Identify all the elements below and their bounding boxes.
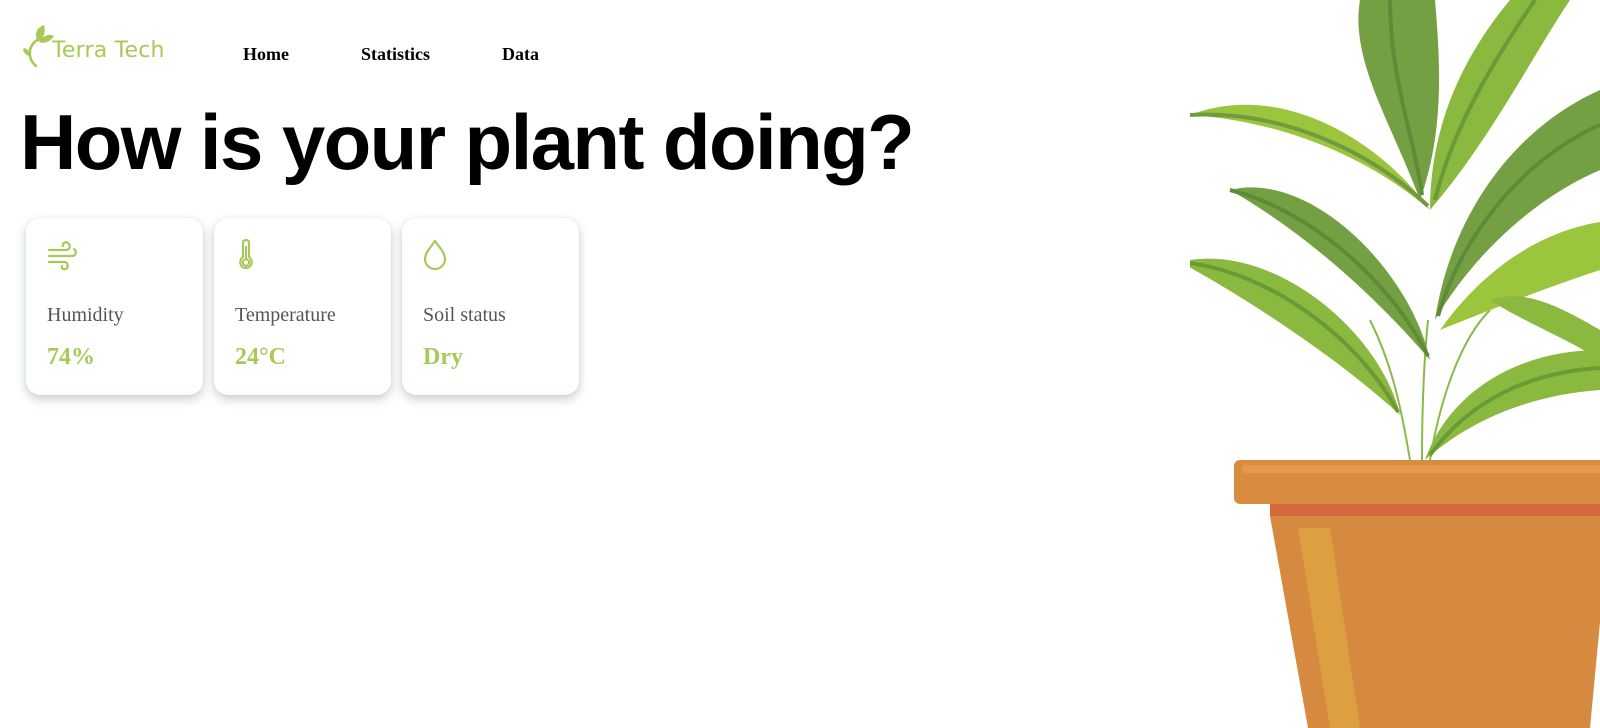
soil-status-value: Dry (423, 344, 463, 370)
temperature-value: 24°C (235, 344, 286, 370)
soil-status-card[interactable]: Soil status Dry (402, 218, 579, 395)
wind-icon (47, 241, 77, 271)
humidity-label: Humidity (47, 304, 124, 326)
sensor-cards: Humidity 74% Temperature 24°C Soil statu… (26, 218, 590, 395)
temperature-card[interactable]: Temperature 24°C (214, 218, 391, 395)
nav-home[interactable]: Home (243, 44, 289, 68)
humidity-value: 74% (47, 344, 95, 370)
brand-name: Terra Tech (52, 38, 165, 63)
logo[interactable]: Terra Tech (22, 22, 182, 72)
thermometer-icon (239, 239, 253, 270)
header: Terra Tech Home Statistics Data (0, 0, 700, 100)
nav-data[interactable]: Data (502, 44, 539, 68)
nav-statistics[interactable]: Statistics (361, 44, 430, 68)
water-drop-icon (423, 239, 447, 271)
page-title: How is your plant doing? (20, 98, 915, 186)
humidity-card[interactable]: Humidity 74% (26, 218, 203, 395)
soil-status-label: Soil status (423, 304, 506, 326)
temperature-label: Temperature (235, 304, 336, 326)
main-nav: Home Statistics Data (243, 44, 611, 68)
potted-plant-illustration (1190, 0, 1600, 728)
